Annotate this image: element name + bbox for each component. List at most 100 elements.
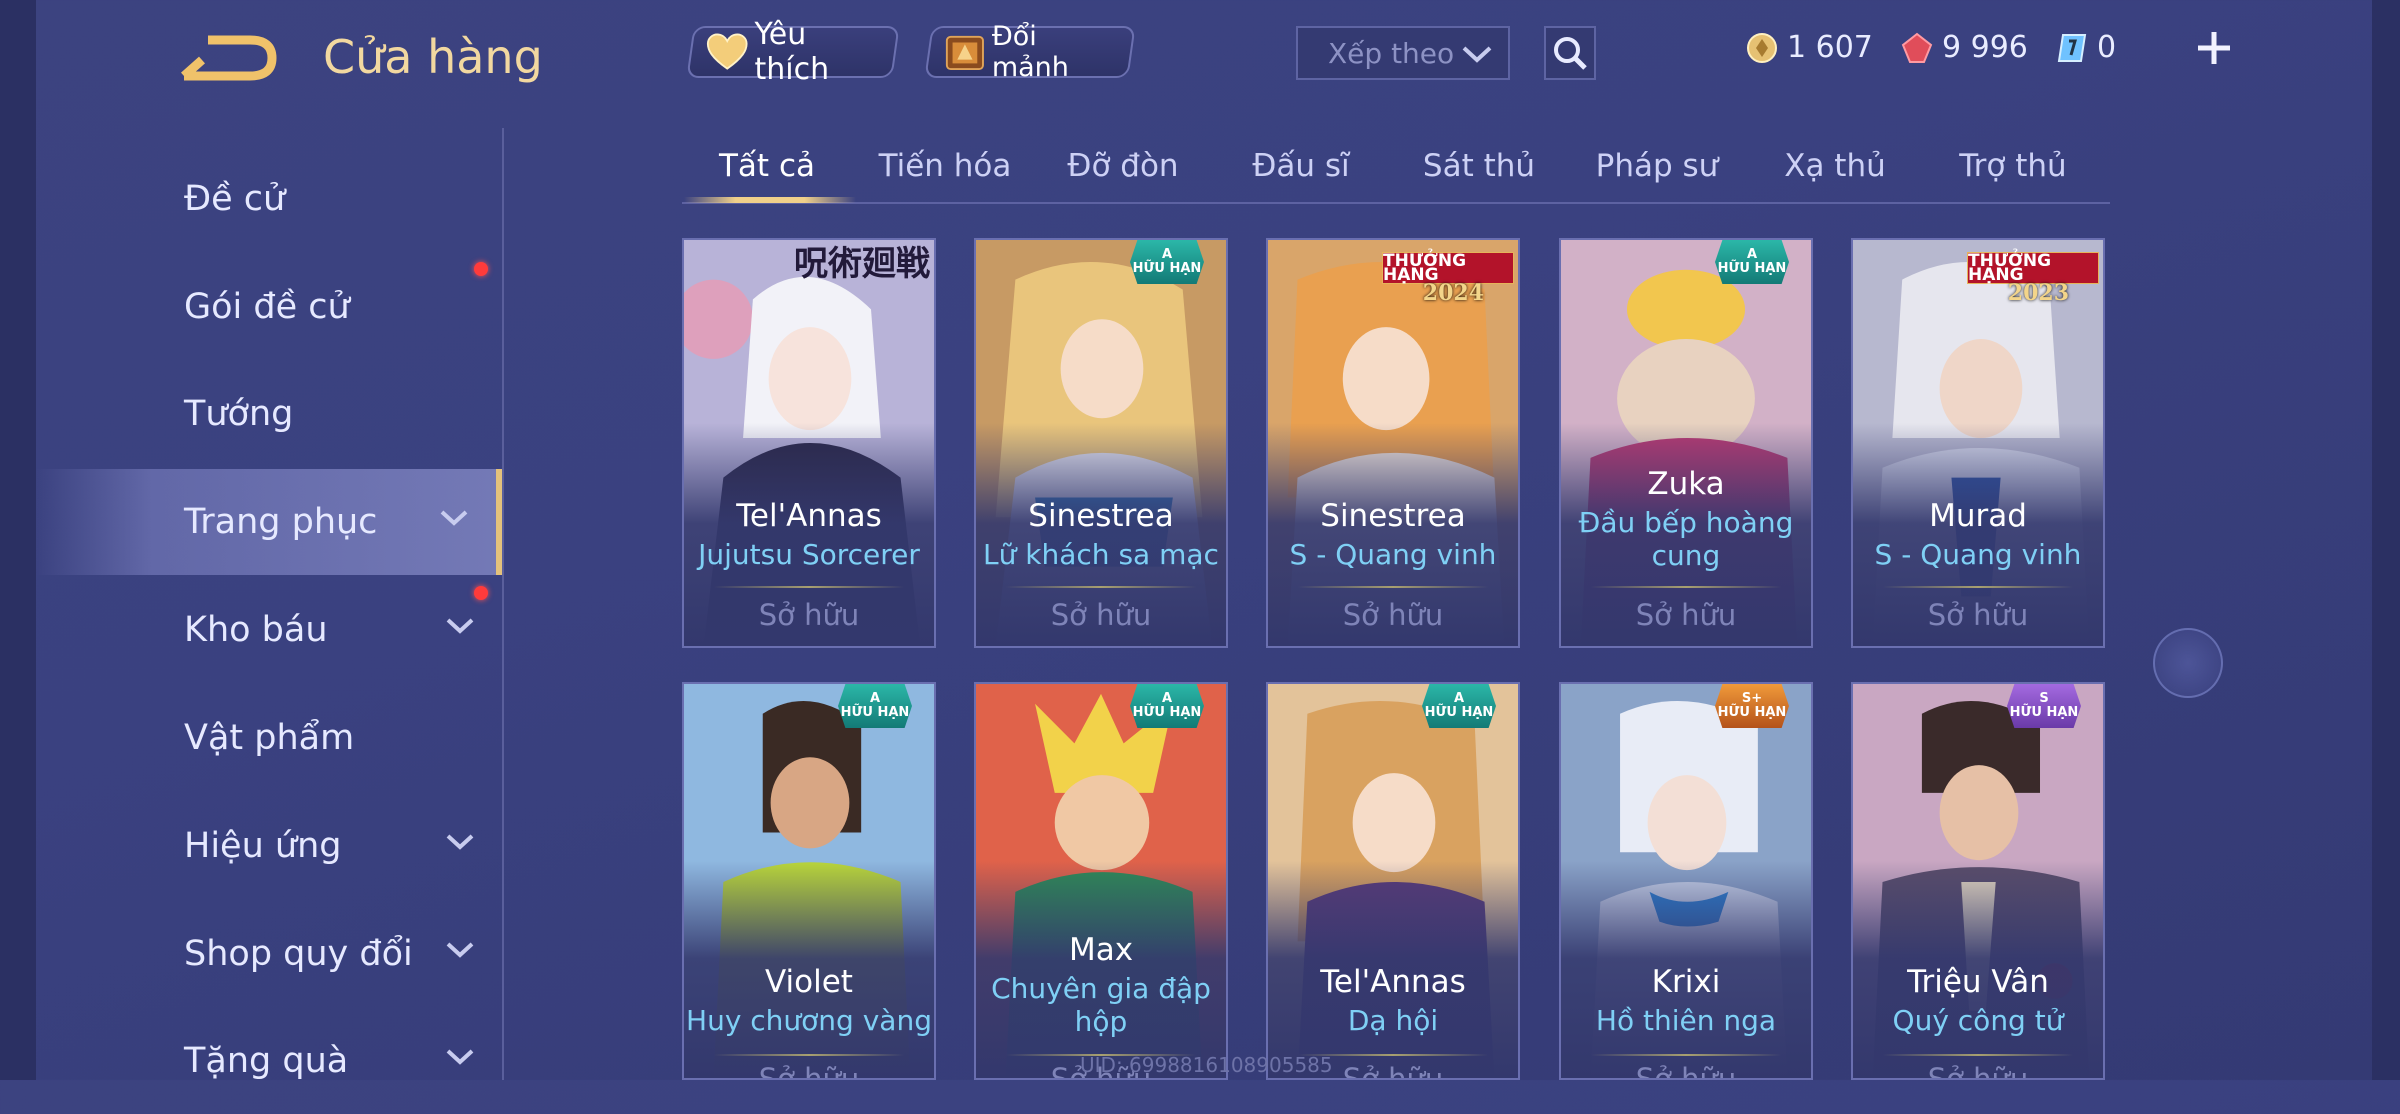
chevron-down-icon [446,1049,474,1065]
back-arrow-icon [181,35,277,81]
user-id-watermark: UID: 6998816108905585 [1080,1053,1333,1077]
sort-placeholder: Xếp theo [1328,36,1455,70]
sidebar-item-label: Vật phẩm [184,718,355,758]
owned-status: Sở hữu [758,598,860,632]
favorite-button[interactable]: Yêu thích [686,17,900,87]
screen-edge-right [2372,0,2400,1080]
heart-icon [706,33,748,70]
chevron-down-icon [1462,46,1492,63]
hero-name: Sinestrea [1320,498,1466,534]
plus-icon [2198,32,2230,64]
hero-name: Violet [765,964,853,1000]
hero-name: Sinestrea [1028,498,1174,534]
sidebar-item-label: Tặng quà [184,1041,349,1081]
limited-badge: S+ HỮU HẠN [1715,684,1789,728]
owned-status: Sở hữu [1050,598,1152,632]
sidebar-item-heroes[interactable]: Tướng [36,361,502,467]
skin-card[interactable]: A HỮU HẠN Max Chuyên gia đập hộp Sở hữu [974,682,1228,1080]
owned-status: Sở hữu [1342,598,1444,632]
gold-currency: 1 607 [1745,30,1873,65]
hero-name: Triệu Vân [1907,964,2049,1000]
skin-name: Hồ thiên nga [1595,1004,1777,1037]
owned-status: Sở hữu [1927,598,2029,632]
chevron-down-icon [446,618,474,634]
skin-card[interactable]: THƯỞNG HẠNG 2024 Sinestrea S - Quang vin… [1266,238,1520,648]
ruby-currency: 9 996 [1900,30,2028,65]
skin-name: Dạ hội [1347,1004,1439,1037]
hero-name: Tel'Annas [736,498,882,534]
skin-card[interactable]: A HỮU HẠN Zuka Đầu bếp hoàng cung Sở hữu [1559,238,1813,648]
owned-status: Sở hữu [1635,1062,1737,1080]
sidebar-item-exchange-shop[interactable]: Shop quy đổi [36,901,502,1007]
skin-name: S - Quang vinh [1874,538,2082,571]
ranked-season-year: 2023 [2007,280,2069,306]
limited-badge: A HỮU HẠN [1422,684,1496,728]
owned-status: Sở hữu [758,1062,860,1080]
page-title: Cửa hàng [323,30,543,84]
chevron-down-icon [446,942,474,958]
active-tab-indicator [684,197,856,203]
sort-dropdown[interactable]: Xếp theo [1296,26,1510,80]
limited-badge: A HỮU HẠN [1130,240,1204,284]
sidebar-item-items[interactable]: Vật phẩm [36,685,502,791]
hero-name: Zuka [1647,466,1725,502]
tab-assassin[interactable]: Sát thủ [1394,148,1564,184]
skin-card[interactable]: S+ HỮU HẠN Krixi Hồ thiên nga Sở hữu [1559,682,1813,1080]
tab-tank[interactable]: Đỡ đòn [1038,148,1208,184]
notification-dot [474,262,488,276]
sidebar-item-label: Hiệu ứng [184,826,342,866]
favorite-label: Yêu thích [754,17,830,87]
screen-edge-left [0,0,36,1080]
back-button[interactable] [180,30,290,90]
hero-name: Krixi [1651,964,1721,1000]
limited-badge: S HỮU HẠN [2007,684,2081,728]
gold-coin-icon [1747,32,1777,63]
tab-support[interactable]: Trợ thủ [1928,148,2098,184]
shard-exchange-button[interactable]: Đổi mảnh [924,21,1136,83]
floating-assistant-button[interactable] [2153,628,2223,698]
skin-card[interactable]: S HỮU HẠN Triệu Vân Quý công tử Sở hữu [1851,682,2105,1080]
hero-name: Murad [1929,498,2027,534]
skin-name: Jujutsu Sorcerer [698,538,920,571]
owned-status: Sở hữu [1927,1062,2029,1080]
skin-name: Lữ khách sa mạc [983,538,1219,571]
sidebar-item-treasure[interactable]: Kho báu [36,577,502,683]
sidebar-item-label: Trang phục [184,502,378,542]
category-tabs: Tất cả Tiến hóa Đỡ đòn Đấu sĩ Sát thủ Ph… [682,140,2110,204]
search-button[interactable] [1544,26,1596,80]
skin-name: S - Quang vinh [1289,538,1497,571]
sidebar-item-effects[interactable]: Hiệu ứng [36,793,502,899]
sidebar-item-label: Đề cử [184,179,286,219]
hero-name: Max [1068,932,1134,968]
skin-name: Quý công tử [1892,1004,2064,1037]
sidebar: Đề cử Gói đề cử Tướng Trang phục Kho báu… [36,128,504,1081]
tab-mage[interactable]: Pháp sư [1572,148,1742,184]
sidebar-item-gifts[interactable]: Tặng quà [36,1008,502,1114]
voucher-amount: 0 [2097,30,2117,65]
ruby-icon [1901,32,1933,63]
hero-name: Tel'Annas [1320,964,1466,1000]
add-currency-button[interactable] [2194,28,2234,70]
voucher-icon [2057,33,2087,62]
skin-card[interactable]: A HỮU HẠN Tel'Annas Dạ hội Sở hữu [1266,682,1520,1080]
sidebar-item-featured-packs[interactable]: Gói đề cử [36,254,502,360]
limited-badge: A HỮU HẠN [1715,240,1789,284]
sidebar-item-label: Kho báu [184,610,328,650]
sidebar-item-skins[interactable]: Trang phục [36,469,502,575]
shard-exchange-label: Đổi mảnh [991,21,1069,83]
skin-card[interactable]: THƯỞNG HẠNG 2023 Murad S - Quang vinh Sở… [1851,238,2105,648]
skin-card[interactable]: 呪術廻戦 Tel'Annas Jujutsu Sorcerer Sở hữu [682,238,936,648]
collab-logo: 呪術廻戦 [794,244,930,284]
search-icon [1554,37,1587,70]
skin-card[interactable]: A HỮU HẠN Sinestrea Lữ khách sa mạc Sở hữ… [974,238,1228,648]
sidebar-item-featured[interactable]: Đề cử [36,146,502,252]
skin-name: Huy chương vàng [686,1004,932,1037]
tab-marksman[interactable]: Xạ thủ [1750,148,1920,184]
tab-evolution[interactable]: Tiến hóa [860,148,1030,184]
skin-card[interactable]: A HỮU HẠN Violet Huy chương vàng Sở hữu [682,682,936,1080]
chevron-down-icon [440,510,468,526]
tab-fighter[interactable]: Đấu sĩ [1216,148,1386,184]
ranked-season-year: 2024 [1422,280,1484,306]
sidebar-item-label: Gói đề cử [184,287,350,327]
tab-all[interactable]: Tất cả [682,148,852,184]
